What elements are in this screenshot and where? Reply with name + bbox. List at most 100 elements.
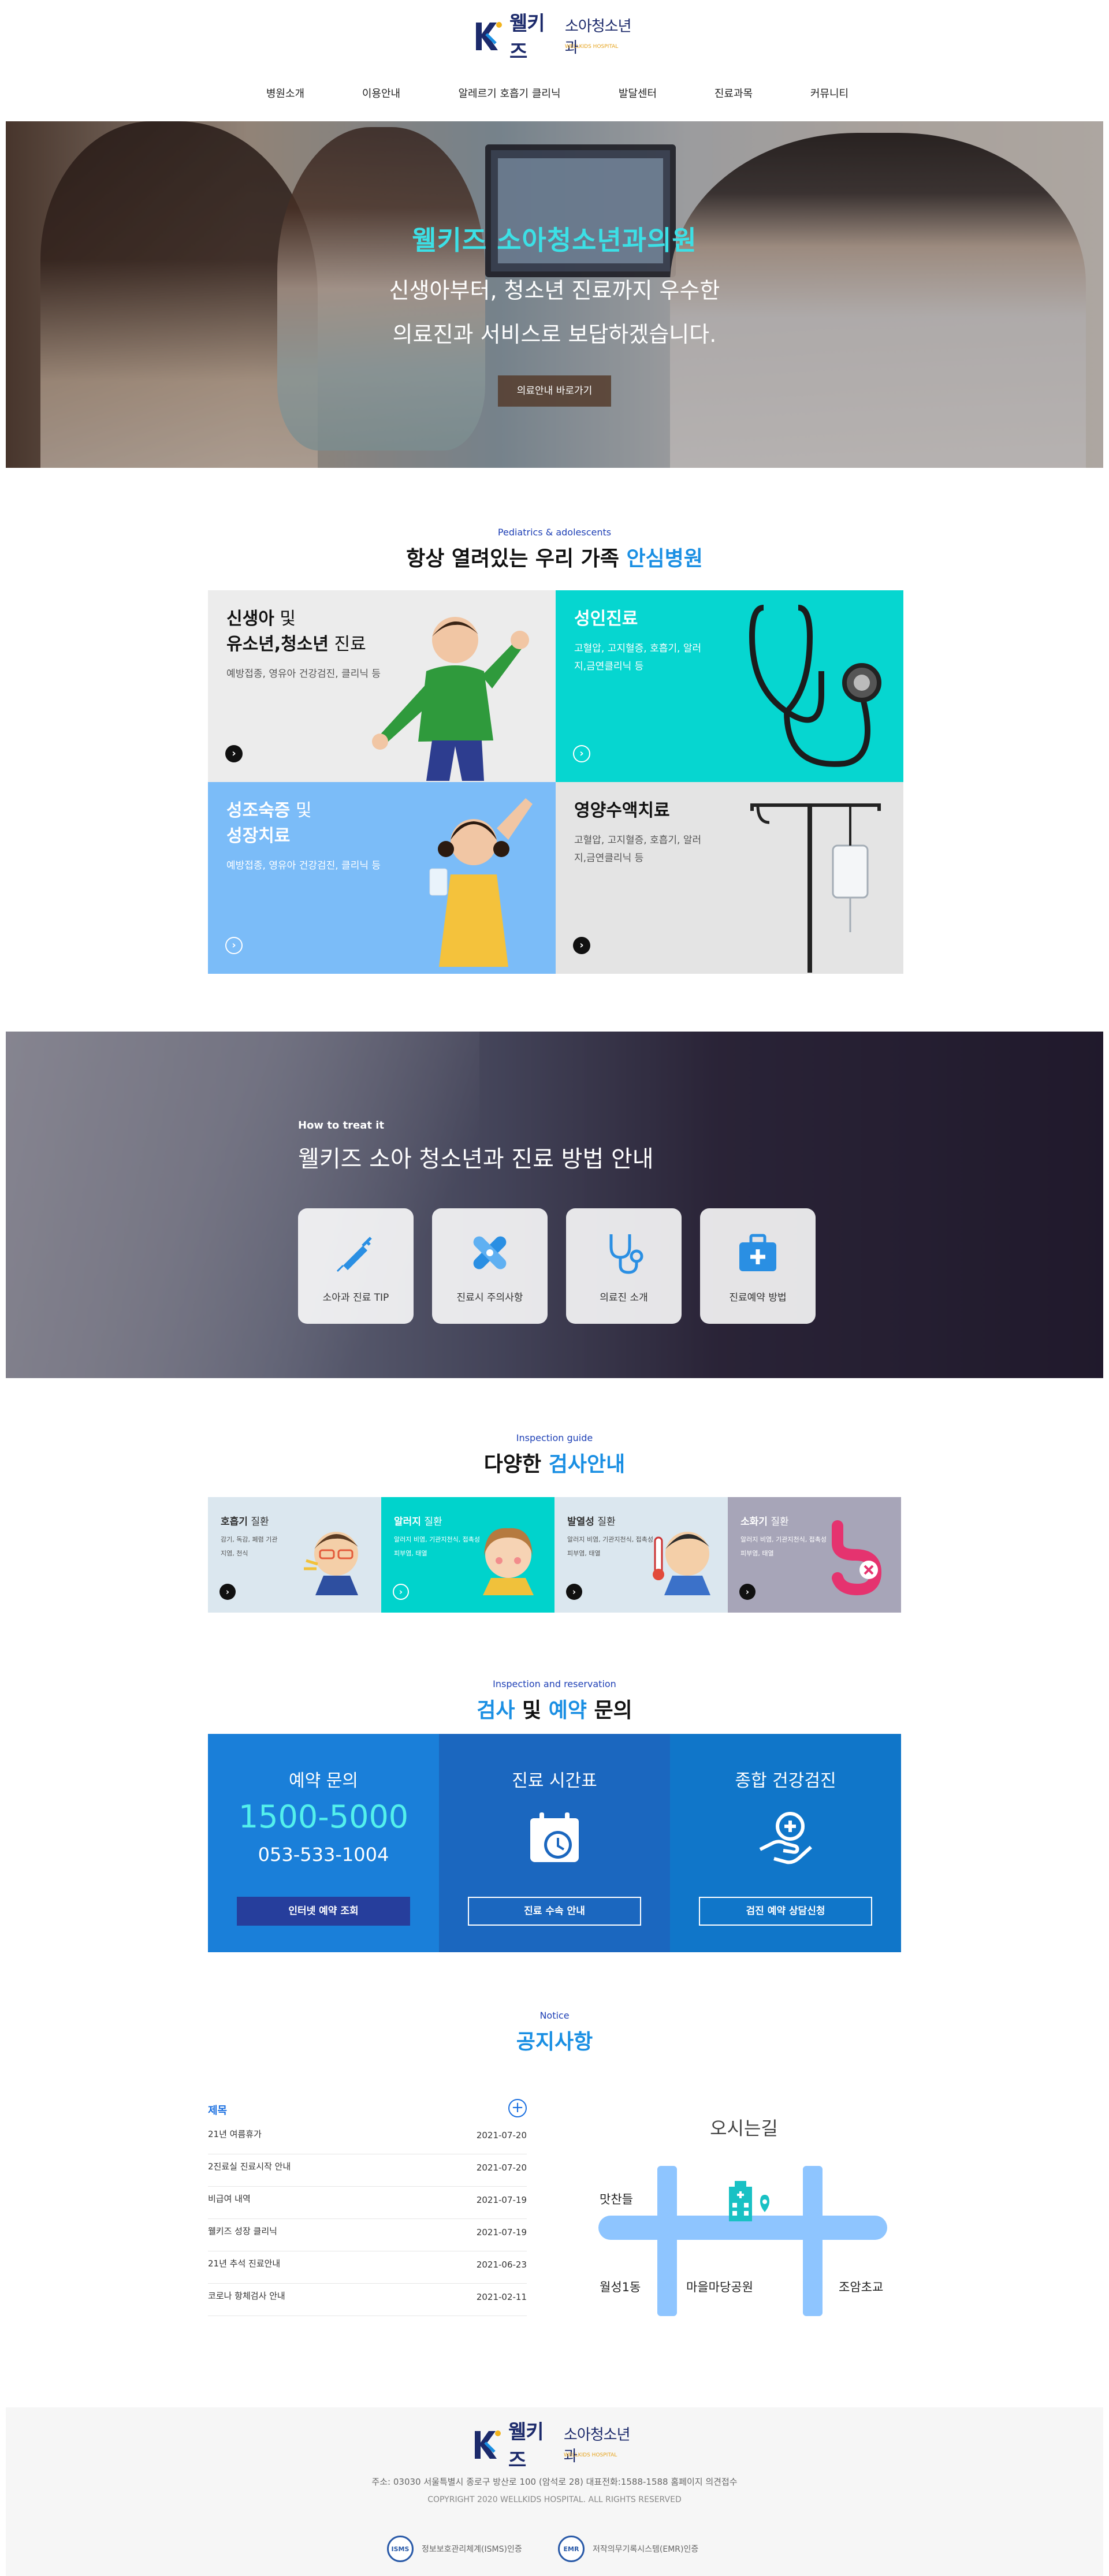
service-card-arrow-icon[interactable]: › (573, 745, 590, 762)
inspection-card-desc: 알러지 비염, 기관지천식, 접촉성 피부염, 태열 (740, 1536, 827, 1558)
inspection-title-part: 질환 (247, 1516, 269, 1528)
hero-cta-button[interactable]: 의료안내 바로가기 (498, 375, 611, 407)
site-header: 웰키즈 소아청소년과 WELLKIDS HOSPITAL 병원소개 이용안내 알… (0, 0, 1109, 121)
notice-date: 2021-07-20 (476, 2162, 527, 2173)
inspection-card-title: 호흡기 질환 (221, 1513, 269, 1528)
howto-card-tip[interactable]: 소아과 진료 TIP (298, 1208, 414, 1324)
inspection-card-arrow-icon[interactable]: › (219, 1584, 236, 1600)
service-card-arrow-icon[interactable]: › (573, 937, 590, 954)
syringe-icon (298, 1227, 414, 1279)
notice-row[interactable]: 21년 여름휴가 2021-07-20 (208, 2122, 527, 2154)
notice-row[interactable]: 2진료실 진료시작 안내 2021-07-20 (208, 2154, 527, 2187)
service-card-arrow-icon[interactable]: › (225, 937, 243, 954)
hero-title: 웰키즈 소아청소년과의원 (412, 225, 697, 256)
main-nav: 병원소개 이용안내 알레르기 호흡기 클리닉 발달센터 진료과목 커뮤니티 (0, 85, 1109, 106)
inspection-card-title: 소화기 질환 (740, 1513, 789, 1528)
howto-banner: How to treat it 웰키즈 소아 청소년과 진료 방법 안내 소아과… (6, 1032, 1103, 1378)
checkup-consult-button[interactable]: 검진 예약 상담신청 (699, 1897, 872, 1926)
notice-title: 21년 여름휴가 (208, 2129, 262, 2139)
notice-row[interactable]: 코로나 항체검사 안내 2021-02-11 (208, 2284, 527, 2316)
service-title-part: 성조숙증 (226, 801, 291, 821)
inspection-title-part: 질환 (594, 1516, 616, 1528)
notice-row[interactable]: 웰키즈 성장 클리닉 2021-07-19 (208, 2219, 527, 2251)
inspection-card-fever[interactable]: 발열성 질환 알러지 비염, 기관지천식, 접촉성 피부염, 태열 › (554, 1497, 728, 1613)
emr-badge-icon: EMR (558, 2536, 585, 2562)
nav-item-departments[interactable]: 진료과목 (714, 85, 753, 100)
reservation-phone-main[interactable]: 1500-5000 (208, 1799, 439, 1835)
nav-item-about[interactable]: 병원소개 (266, 85, 304, 100)
notice-more-plus-icon[interactable]: + (508, 2099, 527, 2117)
inspection-title-part: 질환 (767, 1516, 789, 1528)
nav-item-guide[interactable]: 이용안내 (362, 85, 400, 100)
notice-row[interactable]: 21년 추석 진료안내 2021-06-23 (208, 2251, 527, 2284)
howto-card-precautions[interactable]: 진료시 주의사항 (432, 1208, 548, 1324)
service-title-part: 진료 (329, 634, 366, 654)
reservation-phone-secondary[interactable]: 053-533-1004 (208, 1844, 439, 1866)
inspection-card-respiratory[interactable]: 호흡기 질환 감기, 독감, 폐렴 기관지염, 천식 › (208, 1497, 381, 1613)
services-section-title: 항상 열려있는 우리 가족 안심병원 (0, 542, 1109, 572)
site-logo[interactable]: 웰키즈 소아청소년과 WELLKIDS HOSPITAL (472, 12, 643, 64)
service-card-iv-therapy[interactable]: 영양수액치료 고혈압, 고지혈증, 호흡기, 알러지,금연클리닉 등 › (556, 782, 903, 974)
inspection-card-arrow-icon[interactable]: › (739, 1584, 756, 1600)
footer-cert-emr: EMR 저작의무기록시스템(EMR)인증 (558, 2533, 698, 2564)
inspection-title-part: 질환 (420, 1516, 442, 1528)
service-card-title: 성조숙증 및 성장치료 (226, 798, 312, 848)
footer-copyright: COPYRIGHT 2020 WELLKIDS HOSPITAL. ALL RI… (427, 2495, 682, 2504)
service-card-desc: 예방접종, 영유아 건강검진, 클리닉 등 (226, 860, 381, 872)
howto-card-label: 의료진 소개 (600, 1292, 648, 1304)
medical-bag-icon (700, 1227, 816, 1279)
nav-item-community[interactable]: 커뮤니티 (810, 85, 849, 100)
service-card-desc: 고혈압, 고지혈증, 호흡기, 알러지,금연클리닉 등 (574, 643, 702, 672)
site-footer: 웰키즈 소아청소년과 WELLKIDS HOSPITAL 주소: 03030 서… (6, 2407, 1103, 2576)
stethoscope-icon (566, 1227, 682, 1279)
inspection-card-title: 알러지 질환 (394, 1513, 442, 1528)
notice-title: 웰키즈 성장 클리닉 (208, 2226, 277, 2236)
nav-item-development-center[interactable]: 발달센터 (619, 85, 657, 100)
howto-card-staff[interactable]: 의료진 소개 (566, 1208, 682, 1324)
footer-logo[interactable]: 웰키즈 소아청소년과 WELLKIDS HOSPITAL (471, 2421, 642, 2472)
online-reservation-button[interactable]: 인터넷 예약 조회 (237, 1897, 410, 1926)
inspection-card-allergy[interactable]: 알러지 질환 알러지 비염, 기관지천식, 접촉성 피부염, 태열 › (381, 1497, 554, 1613)
notice-column-title: 제목 (208, 2105, 228, 2117)
map-label: 마을마당공원 (686, 2280, 753, 2294)
service-card-arrow-icon[interactable]: › (225, 745, 243, 762)
services-section-eyebrow: Pediatrics & adolescents (497, 527, 612, 538)
inspection-section-title: 다양한 검사안내 (0, 1447, 1109, 1477)
inspection-title-part: 호흡기 (221, 1516, 248, 1528)
map-road-vertical (657, 2166, 677, 2316)
logo-name: 웰키즈 (508, 2421, 544, 2472)
logo-tagline: WELLKIDS HOSPITAL (565, 44, 619, 50)
service-card-adult[interactable]: 성인진료 고혈압, 고지혈증, 호흡기, 알러지,금연클리닉 등 › (556, 590, 903, 782)
inspection-card-arrow-icon[interactable]: › (393, 1584, 409, 1600)
inspection-card-digestive[interactable]: 소화기 질환 알러지 비염, 기관지천식, 접촉성 피부염, 태열 › (728, 1497, 901, 1613)
stomach-image (832, 1520, 882, 1595)
inspection-title-highlight: 검사안내 (548, 1453, 626, 1476)
service-title-part: 성장치료 (226, 825, 291, 846)
boy-image (372, 617, 529, 781)
service-title-part: 신생아 (226, 609, 274, 629)
nav-item-allergy-clinic[interactable]: 알레르기 호흡기 클리닉 (458, 85, 560, 100)
service-card-growth[interactable]: 성조숙증 및 성장치료 예방접종, 영유아 건강검진, 클리닉 등 › (208, 782, 556, 974)
logo-mark-icon (471, 2428, 505, 2461)
notice-title: 코로나 항체검사 안내 (208, 2291, 285, 2301)
inspection-title-part: 소화기 (740, 1516, 768, 1528)
inspection-card-arrow-icon[interactable]: › (566, 1584, 582, 1600)
notice-row[interactable]: 비급여 내역 2021-07-19 (208, 2187, 527, 2219)
howto-eyebrow: How to treat it (298, 1119, 385, 1131)
service-title-part: 및 (290, 801, 312, 821)
hero-subtitle-line1: 신생아부터, 청소년 진료까지 우수한 (389, 278, 720, 303)
allergy-girl-image (483, 1528, 534, 1595)
howto-card-label: 소아과 진료 TIP (322, 1292, 389, 1304)
reservation-section-title: 검사 및 예약 문의 (0, 1693, 1109, 1723)
logo-tagline: WELLKIDS HOSPITAL (564, 2452, 617, 2458)
directions-map[interactable]: 오시는길 맛찬들 월성1동 마을마당공원 조암초교 (582, 2114, 906, 2322)
treatment-procedure-button[interactable]: 진료 수속 안내 (468, 1897, 641, 1926)
service-card-pediatrics[interactable]: 신생아 및 유소년,청소년 진료 예방접종, 영유아 건강검진, 클리닉 등 › (208, 590, 556, 782)
reservation-card-schedule: 진료 시간표 진료 수속 안내 (439, 1734, 670, 1952)
notice-section-eyebrow: Notice (539, 2010, 570, 2021)
reservation-card-title: 진료 시간표 (512, 1771, 597, 1791)
service-card-title: 성인진료 (574, 609, 638, 629)
service-title-part: 및 (274, 609, 296, 629)
iv-stand-image (750, 803, 881, 973)
howto-card-reservation[interactable]: 진료예약 방법 (700, 1208, 816, 1324)
